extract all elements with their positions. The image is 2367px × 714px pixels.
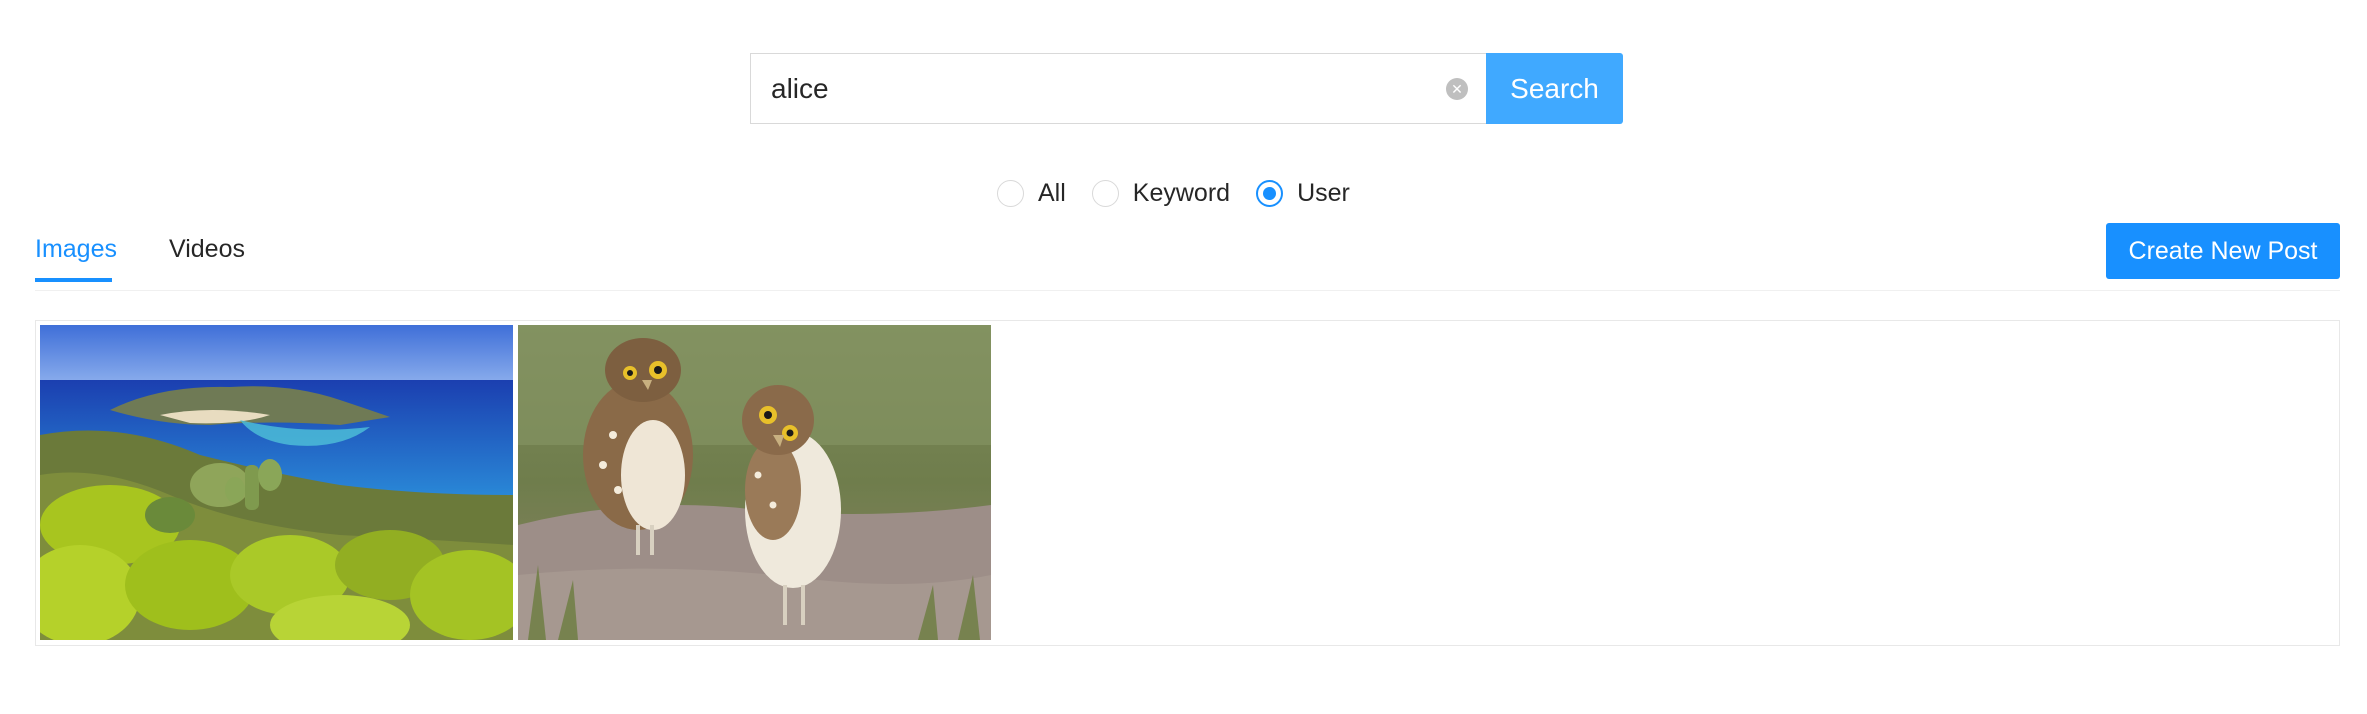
search-bar: ✕ Search xyxy=(750,53,1623,124)
tab-videos-label: Videos xyxy=(169,235,245,263)
search-page: ✕ Search All Keyword User Images Videos … xyxy=(0,0,2367,714)
radio-circle-icon[interactable] xyxy=(1091,179,1119,207)
create-new-post-button[interactable]: Create New Post xyxy=(2106,223,2340,279)
tab-images-label: Images xyxy=(35,235,117,263)
clear-icon[interactable]: ✕ xyxy=(1446,77,1468,100)
radio-user[interactable]: User xyxy=(1256,179,1350,208)
radio-keyword[interactable]: Keyword xyxy=(1091,178,1231,208)
coastal-landscape-image xyxy=(40,325,513,640)
two-owls-image xyxy=(518,325,991,640)
gallery-image[interactable] xyxy=(40,325,513,640)
tab-videos[interactable]: Videos xyxy=(169,235,245,280)
radio-label-keyword: Keyword xyxy=(1132,178,1231,207)
radio-circle-icon[interactable] xyxy=(997,179,1024,207)
search-input[interactable] xyxy=(751,54,1486,123)
radio-all[interactable]: All xyxy=(997,179,1066,208)
search-button[interactable]: Search xyxy=(1486,53,1623,124)
search-field: ✕ xyxy=(750,53,1486,124)
tab-active-indicator xyxy=(35,278,112,282)
image-gallery xyxy=(35,320,2340,646)
gallery-image[interactable] xyxy=(518,325,991,640)
radio-label-user: User xyxy=(1297,178,1350,207)
media-tabs: Images Videos Create New Post xyxy=(35,223,2340,291)
search-type-radio-group: All Keyword User xyxy=(997,175,1376,211)
radio-label-all: All xyxy=(1038,178,1066,207)
radio-checked-icon[interactable] xyxy=(1256,179,1284,207)
tab-images[interactable]: Images xyxy=(35,235,117,282)
